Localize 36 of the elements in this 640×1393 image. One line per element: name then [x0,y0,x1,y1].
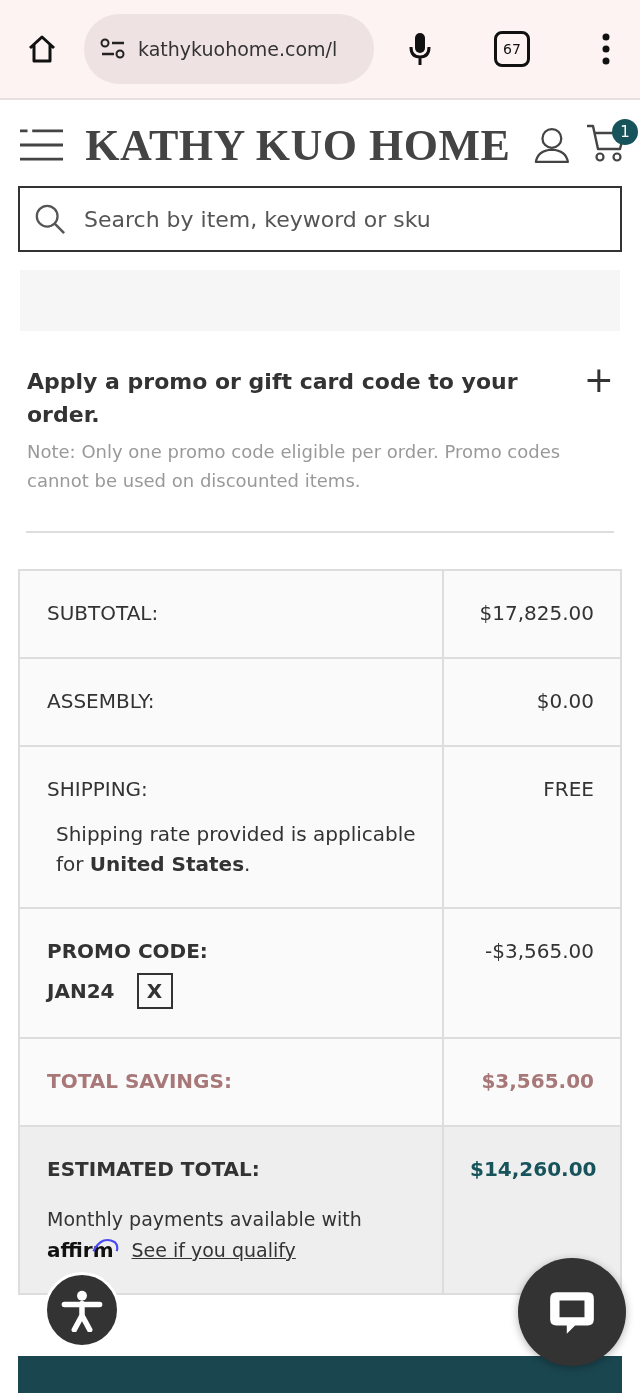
search-field[interactable]: Search by item, keyword or sku [18,186,622,252]
summary-label: SHIPPING: [47,777,148,801]
summary-label: PROMO CODE: [47,939,208,963]
summary-label: ASSEMBLY: [47,689,155,713]
affirm-logo: affirm [47,1235,120,1265]
summary-value: $17,825.00 [479,601,594,625]
microphone-icon[interactable] [408,32,432,66]
promo-heading: Apply a promo or gift card code to your order. [27,368,519,429]
accessibility-icon [60,1288,104,1332]
summary-value: $0.00 [536,689,594,713]
checkout-bar[interactable] [18,1356,622,1393]
summary-value: $3,565.00 [481,1069,594,1093]
search-icon [34,203,66,235]
shipping-note: Shipping rate provided is applicable for United States. [56,821,417,878]
summary-value: $14,260.00 [470,1157,597,1181]
address-bar[interactable]: kathykuohome.com/l [84,14,374,84]
promo-code: JAN24 [47,979,115,1003]
summary-value: -$3,565.00 [485,939,594,963]
url-text: kathykuohome.com/l [138,38,338,60]
menu-icon[interactable] [20,128,64,162]
summary-label: SUBTOTAL: [47,601,159,625]
home-icon[interactable] [26,33,58,65]
cart-count-badge: 1 [612,119,638,145]
store-logo[interactable]: KATHY KUO HOME [85,119,511,171]
summary-label: ESTIMATED TOTAL: [47,1157,260,1181]
financing-text: Monthly payments available with [47,1207,363,1232]
remove-code-button[interactable]: X [136,973,173,1009]
qualify-link[interactable]: See if you qualify [131,1239,296,1261]
summary-value: FREE [543,777,594,801]
expand-button[interactable]: + [583,365,614,395]
promo-note: Note: Only one promo code eligible per order. Promo codes cannot be used on discounted items. [27,440,562,493]
summary-label: TOTAL SAVINGS: [47,1069,232,1093]
tab-count-button[interactable]: 67 [494,31,530,67]
site-settings-icon[interactable] [100,38,126,60]
account-icon[interactable] [534,125,570,165]
more-options-icon[interactable] [602,33,610,65]
